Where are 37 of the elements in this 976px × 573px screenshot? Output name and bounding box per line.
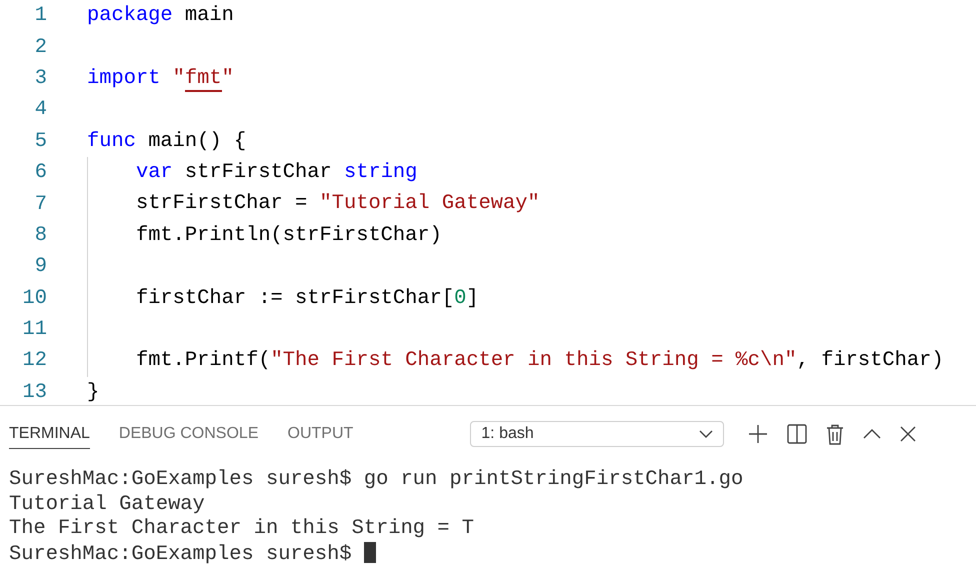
- close-icon[interactable]: [900, 426, 916, 442]
- panel-tab[interactable]: DEBUG CONSOLE: [118, 419, 258, 449]
- line-number: 5: [34, 130, 47, 153]
- line-number: 8: [34, 224, 47, 247]
- code-line: firstChar := strFirstChar[0]: [136, 286, 479, 312]
- code-line: import "fmt": [87, 66, 234, 94]
- code-line: strFirstChar = "Tutorial Gateway": [136, 191, 540, 218]
- line-number: 3: [34, 66, 47, 90]
- terminal-line: SureshMac:GoExamples suresh$: [9, 542, 353, 566]
- code-line: }: [87, 380, 100, 405]
- code-line: func main() {: [87, 128, 246, 155]
- terminal-line: The First Character in this String = T: [9, 517, 474, 540]
- split-icon[interactable]: [787, 424, 808, 444]
- line-number: 2: [34, 36, 47, 59]
- line-number: 10: [22, 286, 47, 310]
- chevron-up-icon[interactable]: [863, 429, 882, 439]
- code-line: fmt.Println(strFirstChar): [136, 222, 442, 249]
- line-number: 13: [22, 380, 47, 404]
- panel-tab[interactable]: OUTPUT: [288, 419, 354, 449]
- terminal-line: Tutorial Gateway: [9, 492, 205, 516]
- line-number: 9: [34, 255, 47, 278]
- trash-icon[interactable]: [826, 424, 844, 444]
- code-line: package main: [87, 3, 234, 29]
- line-number: 12: [22, 349, 47, 372]
- error-underline: fmt: [184, 66, 222, 92]
- line-number: 6: [34, 161, 47, 184]
- terminal-line: SureshMac:GoExamples suresh$ go run printStringFirstChar1.go: [9, 468, 744, 491]
- code-line: var strFirstChar string: [136, 160, 418, 186]
- terminal-dropdown[interactable]: 1: bash: [470, 421, 724, 447]
- chevron-down-icon: [699, 430, 714, 438]
- line-number: 11: [22, 318, 47, 342]
- panel-tab[interactable]: TERMINAL: [9, 419, 90, 449]
- code-line: fmt.Printf("The First Character in this String = %c\n", firstChar): [136, 348, 944, 374]
- line-number: 1: [34, 4, 47, 28]
- add-icon[interactable]: [748, 424, 768, 444]
- line-number: 4: [34, 98, 47, 122]
- line-number: 7: [34, 192, 47, 216]
